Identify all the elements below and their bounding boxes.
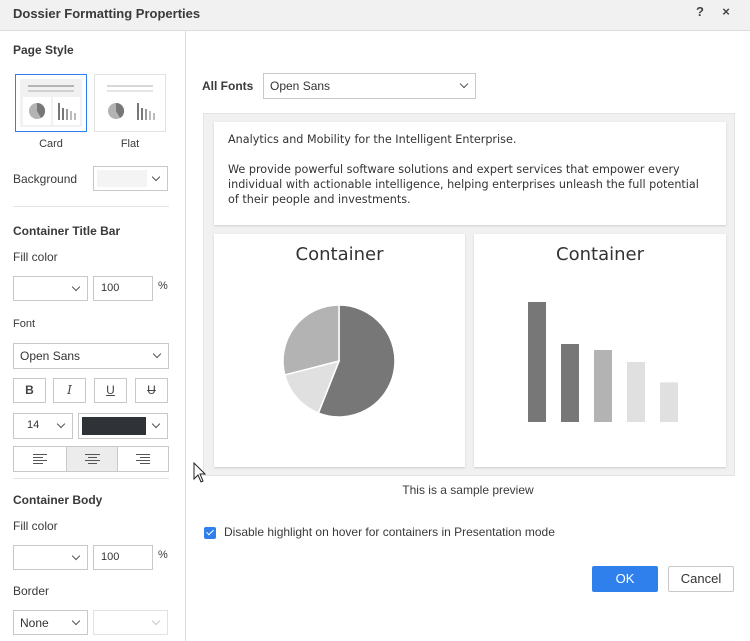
align-left-button[interactable]: [14, 447, 66, 471]
percent-sign: %: [158, 280, 168, 292]
all-fonts-label: All Fonts: [202, 79, 254, 93]
chevron-down-icon: [56, 419, 66, 429]
container-title: Container: [295, 244, 384, 265]
border-style-dropdown[interactable]: None: [13, 610, 88, 635]
font-size-dropdown[interactable]: 14: [13, 413, 73, 439]
body-fill-opacity-input[interactable]: 100: [93, 545, 153, 570]
mouse-cursor-icon: [193, 462, 207, 483]
sample-preview: Analytics and Mobility for the Intellige…: [203, 113, 735, 476]
title-font-dropdown[interactable]: Open Sans: [13, 343, 169, 369]
alignment-group: [13, 446, 169, 472]
preview-tagline: Analytics and Mobility for the Intellige…: [228, 133, 517, 146]
font-color-swatch: [82, 417, 146, 435]
font-label: Font: [13, 318, 36, 330]
preview-text-block: Analytics and Mobility for the Intellige…: [214, 122, 726, 225]
chevron-down-icon: [71, 551, 81, 560]
chevron-down-icon: [71, 616, 81, 625]
flat-style-thumbnail: [99, 79, 161, 127]
title-fill-color-label: Fill color: [13, 250, 58, 264]
preview-caption: This is a sample preview: [402, 483, 534, 497]
chevron-down-icon: [151, 616, 161, 625]
border-label: Border: [13, 584, 50, 598]
font-color-dropdown[interactable]: [78, 413, 168, 439]
title-fill-opacity-input[interactable]: 100: [93, 276, 153, 301]
align-right-button[interactable]: [118, 447, 168, 471]
sample-bar-chart: [528, 302, 678, 422]
page-style-card-option[interactable]: [15, 74, 87, 132]
page-style-flat-option[interactable]: [94, 74, 166, 132]
cancel-button[interactable]: Cancel: [668, 566, 734, 592]
divider: [13, 206, 169, 207]
italic-button[interactable]: I: [53, 378, 86, 403]
dialog-title: Dossier Formatting Properties: [13, 6, 201, 21]
preview-container-bar: Container: [474, 234, 726, 467]
title-fill-color-dropdown[interactable]: [13, 276, 88, 301]
all-fonts-dropdown[interactable]: Open Sans: [263, 73, 476, 99]
preview-description: We provide powerful software solutions a…: [228, 163, 699, 206]
container-body-heading: Container Body: [13, 493, 103, 507]
chevron-down-icon: [459, 79, 469, 89]
ok-button[interactable]: OK: [592, 566, 658, 592]
bold-button[interactable]: B: [13, 378, 46, 403]
card-style-label: Card: [39, 138, 63, 150]
strikethrough-button[interactable]: U: [135, 378, 168, 403]
disable-highlight-label: Disable highlight on hover for container…: [224, 525, 555, 539]
formatting-sidebar: Page Style Card Flat Background Containe…: [0, 31, 186, 641]
bar-4: [627, 362, 645, 422]
background-label: Background: [13, 172, 78, 186]
dialog-title-bar: Dossier Formatting Properties ? ×: [0, 0, 750, 31]
preview-panel: All Fonts Open Sans Analytics and Mobili…: [186, 31, 750, 641]
sample-pie-chart: [282, 304, 396, 418]
bar-3: [594, 350, 612, 422]
body-fill-color-dropdown[interactable]: [13, 545, 88, 570]
chevron-down-icon: [71, 282, 81, 291]
chevron-down-icon: [151, 172, 161, 181]
disable-highlight-checkbox[interactable]: [204, 527, 216, 539]
underline-button[interactable]: U: [94, 378, 127, 403]
container-title-bar-heading: Container Title Bar: [13, 224, 121, 238]
bar-2: [561, 344, 579, 422]
close-button[interactable]: ×: [717, 3, 735, 21]
border-color-dropdown[interactable]: [93, 610, 168, 635]
preview-container-pie: Container: [214, 234, 465, 467]
help-button[interactable]: ?: [691, 3, 709, 21]
background-color-swatch: [97, 170, 147, 187]
card-style-thumbnail: [20, 79, 82, 127]
flat-style-label: Flat: [120, 138, 140, 150]
percent-sign: %: [158, 549, 168, 561]
chevron-down-icon: [151, 419, 161, 429]
align-center-button[interactable]: [66, 447, 118, 471]
bar-5: [660, 382, 678, 422]
page-style-heading: Page Style: [13, 43, 74, 57]
body-fill-color-label: Fill color: [13, 519, 58, 533]
divider: [13, 478, 169, 479]
chevron-down-icon: [152, 349, 162, 359]
bar-1: [528, 302, 546, 422]
container-title: Container: [556, 244, 644, 265]
background-color-dropdown[interactable]: [93, 166, 168, 191]
